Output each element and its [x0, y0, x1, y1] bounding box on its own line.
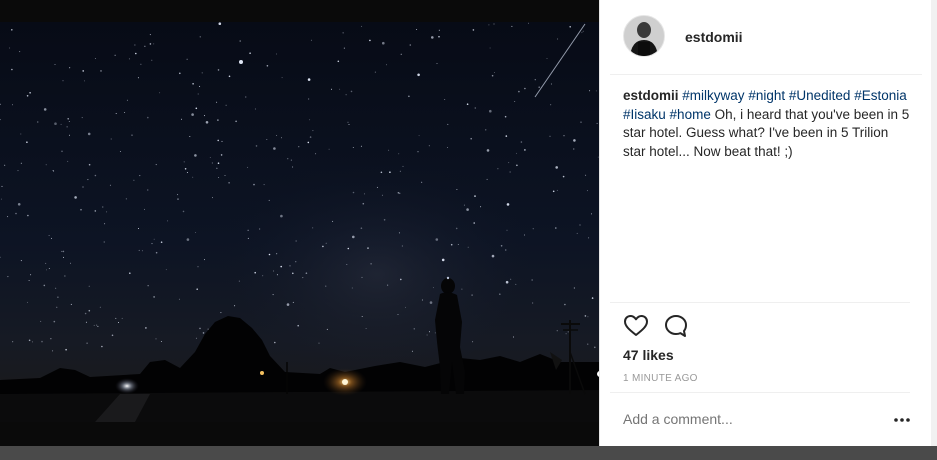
more-options-icon[interactable] — [892, 412, 912, 428]
avatar-image — [624, 16, 664, 56]
post-header: estdomii — [610, 0, 922, 75]
post-photo[interactable] — [0, 22, 599, 422]
post-caption: estdomii #milkyway #night #Unedited #Est… — [623, 87, 913, 161]
scrollbar[interactable] — [931, 0, 937, 446]
post-photo-pane — [0, 0, 599, 446]
post-sidebar: estdomii estdomii #milkyway #night #Uned… — [599, 0, 932, 446]
hashtag-link[interactable]: #Iisaku — [623, 107, 666, 122]
avatar[interactable] — [623, 15, 665, 57]
hashtag-link[interactable]: #Estonia — [854, 88, 907, 103]
hashtag-link[interactable]: #Unedited — [789, 88, 851, 103]
post-username[interactable]: estdomii — [685, 29, 743, 45]
hashtag-link[interactable]: #night — [748, 88, 785, 103]
divider — [610, 302, 910, 303]
comment-input[interactable] — [623, 411, 863, 427]
caption-username[interactable]: estdomii — [623, 88, 679, 103]
desktop-background — [0, 446, 937, 460]
hashtag-link[interactable]: #milkyway — [682, 88, 744, 103]
caption-text: Oh, i heard that you've been in 5 star h… — [623, 106, 910, 159]
post-timestamp[interactable]: 1 MINUTE AGO — [623, 373, 698, 384]
hashtag-link[interactable]: #home — [670, 107, 711, 122]
divider — [610, 392, 910, 393]
heart-outline-icon[interactable] — [623, 313, 651, 341]
likes-count[interactable]: 47 likes — [623, 347, 674, 363]
comment-bubble-icon[interactable] — [663, 313, 691, 341]
